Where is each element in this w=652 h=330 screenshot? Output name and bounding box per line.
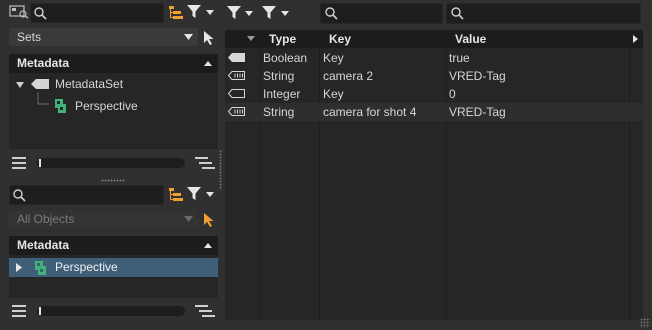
filter-icon[interactable] <box>187 187 201 201</box>
expand-arrow-icon[interactable] <box>16 263 22 272</box>
object-filter-dropdown[interactable]: All Objects <box>9 210 198 228</box>
cell-key[interactable]: Key <box>323 49 344 67</box>
tree-connector-line <box>37 92 49 105</box>
list-icon[interactable] <box>12 305 26 317</box>
chevron-up-icon[interactable] <box>204 61 212 66</box>
tree-header-label: Metadata <box>17 238 70 252</box>
cell-type: Boolean <box>263 51 308 65</box>
column-header-type[interactable]: Type <box>269 30 296 48</box>
sets-dropdown[interactable]: Sets <box>9 28 198 46</box>
integer-tag-icon <box>228 89 245 98</box>
tree-header: Metadata <box>9 54 218 73</box>
string-tag-icon <box>228 107 245 116</box>
camera-node-icon <box>35 261 46 275</box>
tree-item-perspective[interactable]: Perspective <box>9 92 218 115</box>
tree-header-label: Metadata <box>17 56 70 70</box>
left-bottom-footer <box>0 300 222 322</box>
value-search-input[interactable] <box>446 3 641 24</box>
filter-icon[interactable] <box>262 6 276 20</box>
filter-icon[interactable] <box>187 5 201 19</box>
search-icon <box>325 7 338 20</box>
metadata-table: Type Key Value Boolean Key true String c… <box>225 30 643 320</box>
sets-dropdown-label: Sets <box>17 30 42 44</box>
table-row[interactable]: String camera 2 VRED-Tag <box>225 67 643 85</box>
list-icon[interactable] <box>12 157 26 169</box>
boolean-tag-icon <box>228 53 245 62</box>
column-header-value[interactable]: Value <box>455 30 486 48</box>
tree-item-label: Perspective <box>55 260 118 274</box>
tag-icon <box>31 79 49 89</box>
tree-item-perspective-selected[interactable]: Perspective <box>9 258 218 277</box>
expand-arrow-icon[interactable] <box>16 82 24 88</box>
chevron-up-icon[interactable] <box>204 243 212 248</box>
cell-value[interactable]: 0 <box>449 85 456 103</box>
camera-node-icon <box>55 99 66 113</box>
left-bottom-toolbar <box>0 183 222 207</box>
chevron-right-icon[interactable] <box>633 35 638 43</box>
chevron-down-icon <box>184 216 193 222</box>
metadata-tree-top: Metadata MetadataSet Perspective <box>9 54 218 149</box>
chevron-down-icon[interactable] <box>206 10 214 15</box>
tree-item-metadataset[interactable]: MetadataSet <box>9 75 218 93</box>
cell-key[interactable]: camera for shot 4 <box>323 103 416 121</box>
left-top-footer <box>0 152 222 174</box>
tree-item-label: Perspective <box>75 99 138 113</box>
column-header-key[interactable]: Key <box>329 30 351 48</box>
cell-value[interactable]: VRED-Tag <box>449 67 506 85</box>
cell-key[interactable]: Key <box>323 85 344 103</box>
search-icon <box>34 7 47 20</box>
hierarchy-filter-icon[interactable] <box>169 188 183 201</box>
zoom-slider[interactable] <box>37 158 185 168</box>
cell-value[interactable]: VRED-Tag <box>449 103 506 121</box>
indent-list-icon[interactable] <box>195 157 215 169</box>
search-icon <box>451 7 464 20</box>
filter-icon[interactable] <box>227 6 241 20</box>
select-pointer-icon[interactable] <box>203 30 215 46</box>
zoom-slider[interactable] <box>37 306 185 316</box>
table-row[interactable]: String camera for shot 4 VRED-Tag <box>225 103 643 121</box>
tree-header: Metadata <box>9 236 218 255</box>
table-row[interactable]: Integer Key 0 <box>225 85 643 103</box>
slider-handle[interactable] <box>39 159 41 167</box>
search-input-bottom[interactable] <box>9 185 164 205</box>
right-toolbar <box>222 0 652 28</box>
scene-browser-icon[interactable] <box>9 5 29 19</box>
vertical-splitter-grip[interactable] <box>219 150 222 190</box>
cell-key[interactable]: camera 2 <box>323 67 373 85</box>
cell-type: String <box>263 69 295 83</box>
chevron-down-icon[interactable] <box>281 11 289 16</box>
chevron-down-icon <box>184 34 193 40</box>
left-top-toolbar <box>0 0 222 26</box>
object-filter-label: All Objects <box>17 212 75 226</box>
splitter-grip[interactable] <box>101 179 125 182</box>
chevron-down-icon[interactable] <box>245 11 253 16</box>
key-search-input[interactable] <box>320 3 443 24</box>
select-pointer-icon[interactable] <box>203 212 215 228</box>
sort-arrow-icon[interactable] <box>247 36 255 41</box>
search-input-top[interactable] <box>30 3 164 23</box>
table-header: Type Key Value <box>225 30 643 48</box>
indent-list-icon[interactable] <box>195 305 215 317</box>
chevron-down-icon[interactable] <box>206 192 214 197</box>
slider-handle[interactable] <box>39 307 41 315</box>
table-row[interactable]: Boolean Key true <box>225 49 643 67</box>
cell-value[interactable]: true <box>449 49 470 67</box>
tree-item-label: MetadataSet <box>55 77 124 91</box>
search-icon <box>13 189 26 202</box>
cell-type: Integer <box>263 87 301 101</box>
string-tag-icon <box>228 71 245 80</box>
hierarchy-filter-icon[interactable] <box>169 6 183 19</box>
resize-grip[interactable] <box>640 318 650 328</box>
cell-type: String <box>263 105 295 119</box>
metadata-tree-bottom: Metadata Perspective <box>9 236 218 298</box>
